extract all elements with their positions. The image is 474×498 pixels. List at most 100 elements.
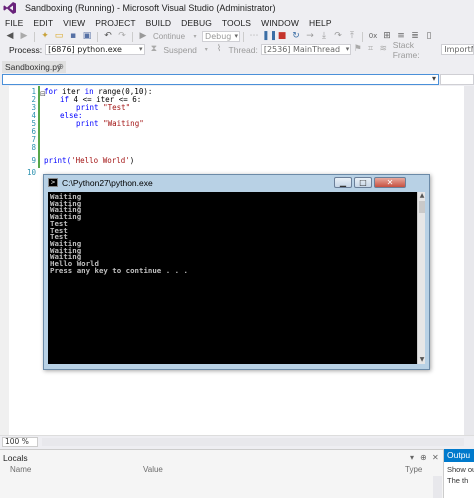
zoom-value: 100 % (5, 437, 29, 446)
menu-build[interactable]: BUILD (141, 18, 177, 28)
locals-column-headers: Name Value Type (0, 464, 443, 475)
open-file-icon[interactable]: ▭ (53, 31, 65, 42)
scroll-down-icon[interactable]: ▼ (418, 356, 426, 364)
minimize-button[interactable]: ▁ (334, 177, 352, 188)
menu-bar: FILE EDIT VIEW PROJECT BUILD DEBUG TOOLS… (0, 16, 474, 30)
restart-icon[interactable]: ↻ (290, 31, 302, 42)
document-tab-well: Sandboxing.py ⊕ (0, 61, 474, 73)
menu-help[interactable]: HELP (304, 18, 337, 28)
code-line: print "Waiting" (76, 119, 144, 128)
step-out-icon[interactable]: ⤒ (346, 31, 358, 42)
tab-sandboxing-py[interactable]: Sandboxing.py ⊕ (2, 61, 66, 73)
undo-icon[interactable]: ↶ (102, 31, 114, 42)
hex-icon[interactable]: 0x (367, 31, 379, 42)
process-value: [6876] python.exe (48, 45, 122, 54)
step-into-icon[interactable]: ⤓ (318, 31, 330, 42)
column-name[interactable]: Name (10, 465, 31, 474)
line-number: 9 (31, 156, 36, 165)
toolbar-separator (362, 31, 364, 42)
tab-label: Sandboxing.py (5, 62, 62, 72)
maximize-button[interactable]: □ (354, 177, 372, 188)
code-line: print "Test" (76, 103, 130, 112)
forward-icon[interactable]: ▶ (18, 31, 30, 42)
line-number-gutter: 1 2 3 4 5 6 7 8 9 10 (0, 86, 40, 435)
continue-button[interactable]: Continue (150, 32, 188, 41)
scroll-thumb[interactable] (419, 201, 425, 213)
zoom-dropdown[interactable]: 100 % (2, 437, 38, 447)
thread-label: Thread: (228, 44, 258, 55)
scope-dropdown[interactable] (440, 74, 474, 85)
line-number: 10 (26, 168, 36, 177)
window-title: Sandboxing (Running) - Microsoft Visual … (25, 3, 276, 13)
column-value[interactable]: Value (143, 465, 163, 474)
console-output-area[interactable]: Waiting Waiting Waiting Waiting Test Tes… (48, 192, 417, 364)
keyword: print( (44, 156, 72, 165)
suspend-icon[interactable]: ⧗ (149, 44, 160, 55)
toolbar-separator (243, 31, 245, 42)
stack-frame-value: ImportMes (444, 45, 473, 54)
back-icon[interactable]: ◀ (4, 31, 16, 42)
tab-output[interactable]: Outpu (444, 449, 474, 462)
flag-icon[interactable]: ⚑ (352, 44, 363, 55)
stop-icon[interactable]: ■ (276, 31, 288, 42)
save-icon[interactable]: ▪ (67, 31, 79, 42)
editor-vertical-scrollbar[interactable] (464, 86, 474, 435)
console-icon: > (48, 178, 58, 187)
console-title: C:\Python27\python.exe (62, 178, 153, 188)
menu-project[interactable]: PROJECT (90, 18, 140, 28)
console-output: Waiting Waiting Waiting Waiting Test Tes… (50, 192, 188, 275)
filter-icon[interactable]: ⌗ (365, 44, 376, 55)
menu-tools[interactable]: TOOLS (217, 18, 256, 28)
new-project-icon[interactable]: ✦ (39, 31, 51, 42)
chevron-down-icon: ▾ (234, 32, 239, 40)
configuration-dropdown[interactable]: Debug ▾ (202, 31, 241, 42)
code-text: ) (129, 156, 135, 165)
locals-scrollbar[interactable] (433, 476, 442, 498)
chevron-down-icon[interactable]: ▾ (189, 31, 201, 42)
menu-file[interactable]: FILE (0, 18, 28, 28)
show-next-statement-icon[interactable]: → (304, 31, 316, 42)
dropdown-icon[interactable]: ▾ (410, 453, 414, 462)
string-literal: "Test" (103, 103, 131, 112)
scroll-up-icon[interactable]: ▲ (418, 192, 426, 200)
process-dropdown[interactable]: [6876] python.exe ▾ (45, 44, 145, 55)
menu-debug[interactable]: DEBUG (176, 18, 217, 28)
console-vertical-scrollbar[interactable]: ▲ ▼ (417, 192, 425, 364)
menu-edit[interactable]: EDIT (28, 18, 58, 28)
pause-icon[interactable]: ❚❚ (262, 31, 277, 42)
attach-icon[interactable]: ⋯ (248, 31, 260, 42)
debug-location-toolbar: Process: [6876] python.exe ▾ ⧗ Suspend ▾… (0, 40, 474, 60)
console-title-bar[interactable]: > C:\Python27\python.exe ▁ □ ✕ (44, 175, 429, 191)
close-button[interactable]: ✕ (374, 177, 406, 188)
stack-icon: ≋ (379, 44, 388, 54)
chevron-down-icon[interactable]: ▾ (201, 44, 212, 55)
column-type[interactable]: Type (405, 465, 422, 474)
stack-frame-dropdown[interactable]: ImportMes (441, 44, 474, 55)
keyword: print (76, 119, 99, 128)
chevron-down-icon: ▾ (431, 74, 436, 83)
editor-horizontal-scrollbar[interactable] (42, 438, 464, 446)
keyword: for (44, 87, 58, 96)
pin-icon[interactable]: ⊕ (420, 453, 427, 462)
change-tracking-bar (38, 86, 40, 168)
suspend-button[interactable]: Suspend (160, 45, 200, 55)
string-literal: "Waiting" (103, 119, 144, 128)
title-bar: Sandboxing (Running) - Microsoft Visual … (0, 0, 474, 16)
console-window[interactable]: > C:\Python27\python.exe ▁ □ ✕ Waiting W… (43, 174, 430, 370)
output-line: The th (447, 476, 469, 485)
redo-icon[interactable]: ↷ (116, 31, 128, 42)
menu-view[interactable]: VIEW (58, 18, 90, 28)
save-all-icon[interactable]: ▣ (81, 31, 93, 42)
chevron-down-icon: ▾ (345, 45, 350, 53)
output-line: Show ou (447, 465, 474, 474)
thread-icon: ⌇ (216, 44, 222, 54)
string-literal: 'Hello World' (71, 156, 130, 165)
locals-panel: Locals ▾ ⊕ ✕ Name Value Type (0, 449, 443, 498)
thread-dropdown[interactable]: [2536] MainThread ▾ (260, 44, 352, 55)
pin-icon[interactable]: ⊕ (57, 61, 64, 73)
menu-window[interactable]: WINDOW (256, 18, 304, 28)
member-dropdown[interactable]: ▾ (2, 74, 439, 85)
close-icon[interactable]: ✕ (432, 453, 439, 462)
continue-icon[interactable]: ▶ (137, 31, 149, 42)
step-over-icon[interactable]: ↷ (332, 31, 344, 42)
